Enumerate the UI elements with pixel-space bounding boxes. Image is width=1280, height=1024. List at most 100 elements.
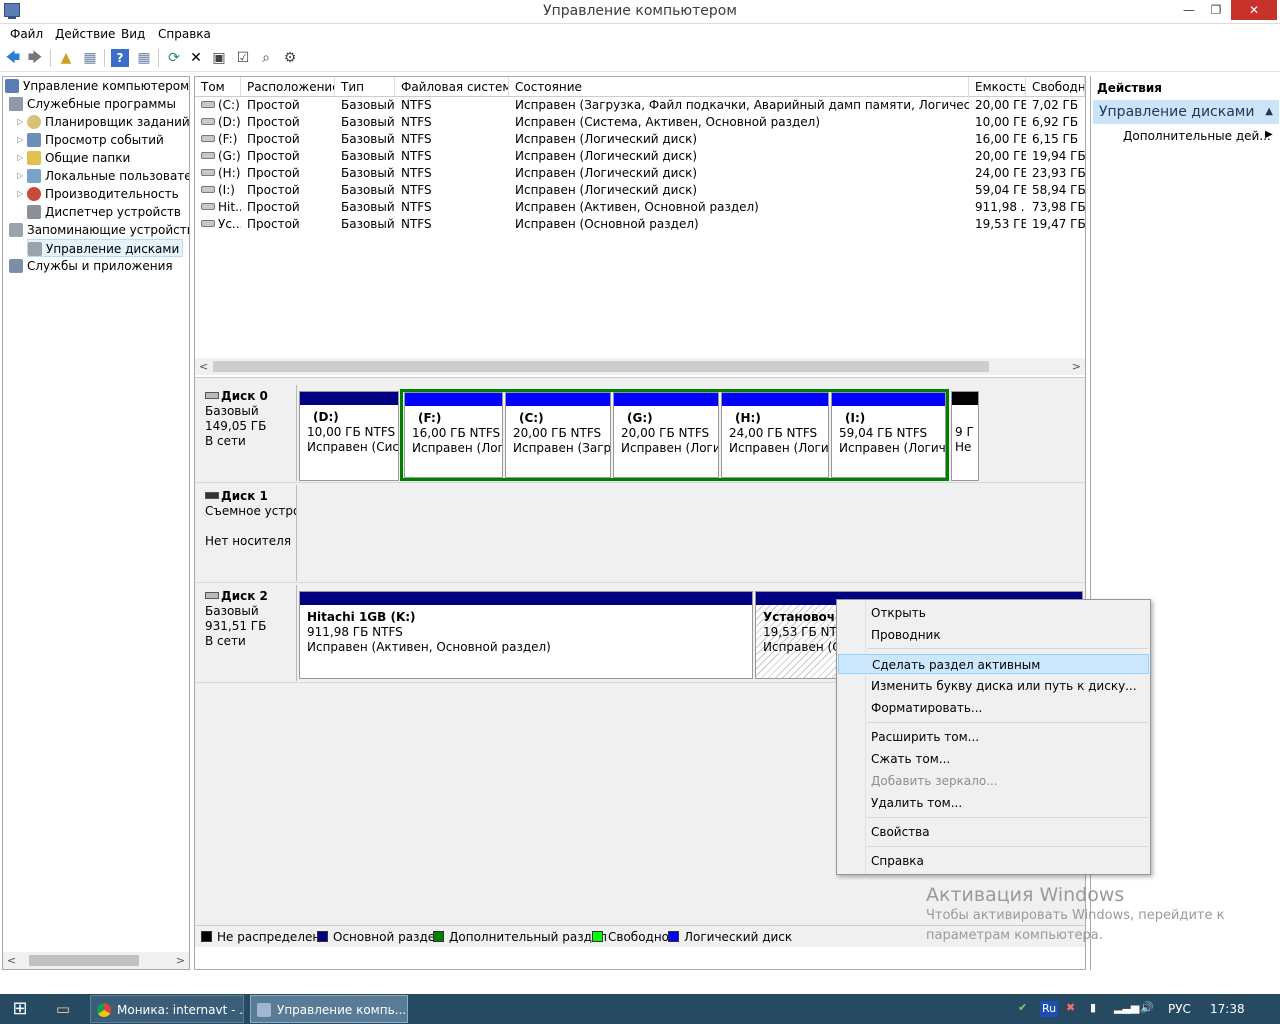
partition-size: 911,98 ГБ NTFS: [307, 625, 403, 639]
tree-item-users[interactable]: Локальные пользователи: [27, 167, 189, 185]
cell-filesystem: NTFS: [401, 149, 432, 163]
tree-item-events[interactable]: Просмотр событий: [27, 131, 164, 149]
tree-item-scheduler[interactable]: Планировщик заданий: [27, 113, 189, 131]
forward-icon[interactable]: 🡆: [26, 49, 44, 67]
partition-i[interactable]: (I:) 59,04 ГБ NTFS Исправен (Логиче: [831, 392, 946, 478]
partition-h[interactable]: (H:) 24,00 ГБ NTFS Исправен (Логич: [721, 392, 829, 478]
clock[interactable]: 17:38: [1210, 1002, 1245, 1016]
battery-icon[interactable]: ▮: [1090, 1001, 1096, 1014]
menu-view[interactable]: Вид: [121, 27, 145, 41]
column-header-filesystem[interactable]: Файловая система: [395, 77, 509, 97]
menu-item-properties[interactable]: Свойства: [838, 822, 1149, 842]
disk-info-2[interactable]: Диск 2 Базовый 931,51 ГБ В сети: [197, 585, 297, 681]
taskbar-button-chrome[interactable]: Моника: internavt - ...: [90, 995, 244, 1023]
menu-action[interactable]: Действие: [55, 27, 115, 41]
partition-g[interactable]: (G:) 20,00 ГБ NTFS Исправен (Логич: [613, 392, 719, 478]
volume-icon: [201, 186, 215, 193]
expand-arrow-icon[interactable]: ▷: [17, 185, 23, 203]
taskbar-button-computer-management[interactable]: Управление компь...: [250, 995, 408, 1023]
volume-icon: [201, 152, 215, 159]
show-hide-action-pane-icon[interactable]: ▦: [135, 49, 153, 67]
tree-item-services[interactable]: Службы и приложения: [9, 257, 173, 275]
menu-item-delete[interactable]: Удалить том...: [838, 793, 1149, 813]
partition-k[interactable]: Hitachi 1GB (K:) 911,98 ГБ NTFS Исправен (…: [299, 591, 753, 679]
volume-icon[interactable]: 🔊: [1140, 1001, 1154, 1014]
menu-item-help[interactable]: Справка: [838, 851, 1149, 871]
menu-item-extend[interactable]: Расширить том...: [838, 727, 1149, 747]
column-header-layout[interactable]: Расположение: [241, 77, 335, 97]
volume-list-horizontal-scrollbar[interactable]: < >: [195, 358, 1085, 375]
cell-free: 6,92 ГБ: [1032, 115, 1079, 129]
cell-type: Базовый: [341, 98, 395, 112]
show-hide-tree-icon[interactable]: ▦: [81, 49, 99, 67]
scroll-left-arrow[interactable]: <: [199, 358, 208, 375]
scroll-right-arrow[interactable]: >: [176, 952, 185, 969]
partition-size: 20,00 ГБ NTFS: [513, 426, 602, 440]
tree-item-devices[interactable]: Диспетчер устройств: [27, 203, 181, 221]
menu-item-change-letter[interactable]: Изменить букву диска или путь к диску...: [838, 676, 1149, 696]
disk-info-0[interactable]: Диск 0 Базовый 149,05 ГБ В сети: [197, 385, 297, 481]
menu-help[interactable]: Справка: [158, 27, 211, 41]
menu-item-open[interactable]: Открыть: [838, 603, 1149, 623]
minimize-button[interactable]: —: [1176, 0, 1202, 20]
expand-arrow-icon[interactable]: ▷: [17, 167, 23, 185]
delete-icon[interactable]: ✕: [187, 49, 205, 67]
settings-icon[interactable]: ⚙: [281, 49, 299, 67]
tree-item-utilities[interactable]: Служебные программы: [9, 95, 176, 113]
scroll-right-arrow[interactable]: >: [1072, 358, 1081, 375]
menu-file[interactable]: Файл: [10, 27, 43, 41]
more-actions-item[interactable]: Дополнительные дей...: [1123, 129, 1271, 143]
partition-f[interactable]: (F:) 16,00 ГБ NTFS Исправен (Логи: [404, 392, 503, 478]
chrome-icon: [97, 1003, 111, 1017]
actions-section-disk-management[interactable]: Управление дисками ▲: [1093, 100, 1279, 124]
column-header-capacity[interactable]: Емкость: [969, 77, 1026, 97]
tree-item-diskmgmt[interactable]: Управление дисками: [27, 239, 184, 257]
disk-info-1[interactable]: Диск 1 Съемное устро Нет носителя: [197, 485, 297, 581]
scroll-left-arrow[interactable]: <: [7, 952, 16, 969]
expand-arrow-icon[interactable]: ▷: [17, 149, 23, 167]
tree-item-perf[interactable]: Производительность: [27, 185, 179, 203]
partition-unallocated[interactable]: 9 Г Не: [951, 391, 979, 481]
cell-type: Базовый: [341, 115, 395, 129]
column-header-status[interactable]: Состояние: [509, 77, 969, 97]
tree-horizontal-scrollbar[interactable]: < >: [3, 952, 189, 969]
primary-partition-bar: [300, 392, 398, 405]
search-icon[interactable]: ⌕: [257, 49, 275, 67]
start-button[interactable]: ⊞: [0, 994, 40, 1024]
shield-check-icon[interactable]: ✔: [1018, 1001, 1027, 1014]
removable-disk-icon: [205, 492, 219, 499]
column-header-volume[interactable]: Том: [195, 77, 241, 97]
collapse-up-icon[interactable]: ▲: [1265, 100, 1273, 124]
back-icon[interactable]: 🡄: [4, 49, 22, 67]
keyboard-language[interactable]: РУС: [1168, 1002, 1191, 1016]
tree-item-storage[interactable]: Запоминающие устройства: [9, 221, 189, 239]
checklist-icon[interactable]: ☑: [234, 49, 252, 67]
device-manager-icon: [27, 205, 41, 219]
partition-d[interactable]: (D:) 10,00 ГБ NTFS Исправен (Сист: [299, 391, 399, 481]
up-folder-icon[interactable]: ▲: [57, 49, 75, 67]
properties-icon[interactable]: ▣: [210, 49, 228, 67]
scrollbar-thumb[interactable]: [29, 955, 139, 966]
file-explorer-icon[interactable]: ▭: [48, 996, 78, 1022]
expand-arrow-icon[interactable]: ▷: [17, 113, 23, 131]
network-error-icon[interactable]: ✖: [1066, 1001, 1075, 1014]
help-icon[interactable]: ?: [111, 49, 129, 67]
menu-item-make-active[interactable]: Сделать раздел активным: [838, 654, 1149, 674]
partition-c[interactable]: (C:) 20,00 ГБ NTFS Исправен (Загру: [505, 392, 611, 478]
close-button[interactable]: ✕: [1231, 0, 1277, 20]
signal-icon[interactable]: ▂▃▅: [1114, 1001, 1139, 1014]
expand-arrow-icon[interactable]: ▷: [17, 131, 23, 149]
cell-capacity: 24,00 ГБ: [975, 166, 1026, 180]
menu-item-shrink[interactable]: Сжать том...: [838, 749, 1149, 769]
scrollbar-thumb[interactable]: [213, 361, 989, 372]
menu-item-explorer[interactable]: Проводник: [838, 625, 1149, 645]
menu-item-format[interactable]: Форматировать...: [838, 698, 1149, 718]
tree-item-shared[interactable]: Общие папки: [27, 149, 130, 167]
language-indicator[interactable]: Ru: [1040, 1001, 1058, 1017]
tree-item-root[interactable]: Управление компьютером (лока: [5, 77, 189, 95]
column-header-type[interactable]: Тип: [335, 77, 395, 97]
legend-swatch: [317, 931, 328, 942]
refresh-icon[interactable]: ⟳: [165, 49, 183, 67]
column-header-free[interactable]: Свободно: [1026, 77, 1085, 97]
maximize-button[interactable]: ❐: [1203, 0, 1229, 20]
